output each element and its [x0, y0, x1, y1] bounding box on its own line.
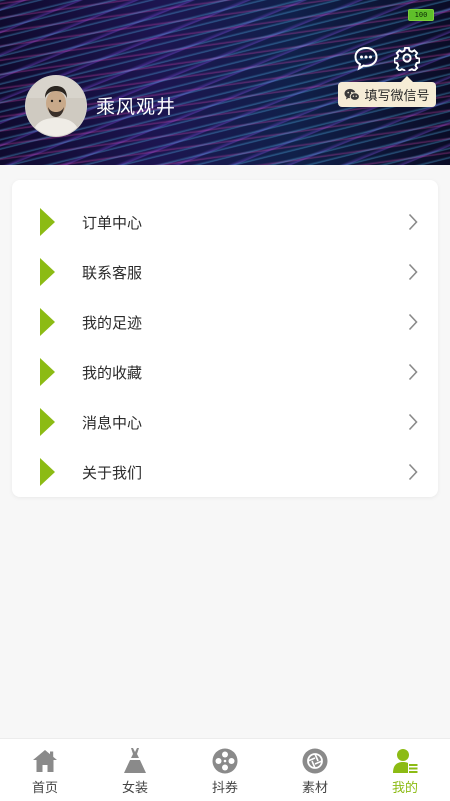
profile-header: 100 填写微信号 乘风观井 — [0, 0, 450, 165]
home-icon — [31, 747, 59, 775]
menu-item-label: 关于我们 — [82, 463, 143, 482]
wechat-icon — [344, 88, 361, 102]
menu-item-customer-service[interactable]: 联系客服 — [12, 247, 438, 297]
triangle-bullet-icon — [40, 358, 55, 386]
username: 乘风观井 — [96, 96, 177, 118]
menu-item-label: 联系客服 — [82, 263, 143, 282]
tab-materials[interactable]: 素材 — [270, 739, 360, 801]
wechat-tip-label: 填写微信号 — [364, 89, 430, 104]
triangle-bullet-icon — [40, 308, 55, 336]
tab-coupons[interactable]: 抖券 — [180, 739, 270, 801]
tab-label: 首页 — [31, 781, 58, 796]
menu-item-about[interactable]: 关于我们 — [12, 447, 438, 497]
triangle-bullet-icon — [40, 258, 55, 286]
settings-button[interactable] — [393, 44, 421, 72]
message-icon — [354, 46, 378, 71]
tab-womens-clothing[interactable]: 女装 — [90, 739, 180, 801]
tab-home[interactable]: 首页 — [0, 739, 90, 801]
menu-card: 订单中心 联系客服 我的足迹 我的收藏 消息中心 关于我们 — [12, 180, 438, 497]
settings-icon — [394, 46, 420, 71]
chevron-right-icon — [408, 213, 418, 231]
dress-icon — [122, 747, 148, 775]
menu-item-messages[interactable]: 消息中心 — [12, 397, 438, 447]
battery-indicator: 100 — [408, 9, 434, 21]
chevron-right-icon — [408, 413, 418, 431]
triangle-bullet-icon — [40, 408, 55, 436]
tab-label: 女装 — [121, 781, 148, 796]
menu-item-orders[interactable]: 订单中心 — [12, 197, 438, 247]
chevron-right-icon — [408, 263, 418, 281]
tab-label: 素材 — [301, 781, 328, 796]
tab-mine[interactable]: 我的 — [360, 739, 450, 801]
chevron-right-icon — [408, 363, 418, 381]
menu-item-label: 消息中心 — [82, 413, 143, 432]
chevron-right-icon — [408, 313, 418, 331]
avatar-image — [26, 76, 86, 136]
avatar[interactable] — [25, 75, 87, 137]
tab-label: 抖券 — [211, 781, 238, 796]
film-reel-icon — [211, 747, 239, 775]
bottom-tab-bar: 首页 女装 抖券 素材 我的 — [0, 738, 450, 801]
message-button[interactable] — [352, 44, 380, 72]
user-icon — [391, 747, 419, 775]
aperture-icon — [301, 747, 329, 775]
menu-item-footprints[interactable]: 我的足迹 — [12, 297, 438, 347]
chevron-right-icon — [408, 463, 418, 481]
menu-item-label: 我的足迹 — [82, 313, 143, 332]
menu-item-label: 订单中心 — [82, 213, 143, 232]
triangle-bullet-icon — [40, 208, 55, 236]
menu-item-label: 我的收藏 — [82, 363, 143, 382]
tab-label: 我的 — [391, 781, 418, 796]
triangle-bullet-icon — [40, 458, 55, 486]
menu-item-favorites[interactable]: 我的收藏 — [12, 347, 438, 397]
wechat-id-tip[interactable]: 填写微信号 — [338, 76, 436, 107]
